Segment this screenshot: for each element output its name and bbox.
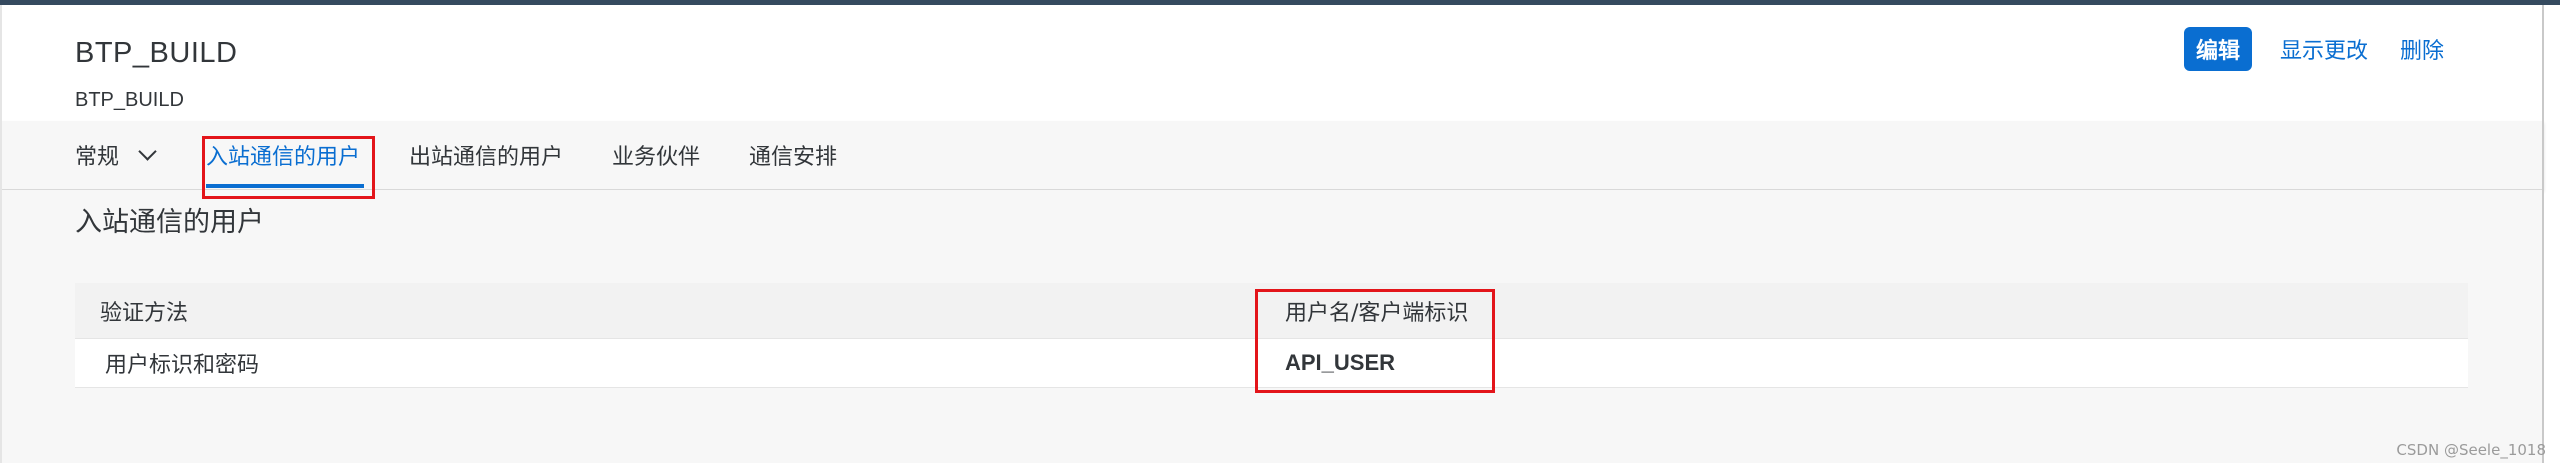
watermark: CSDN @Seele_1018: [2396, 441, 2546, 459]
page-frame: [0, 5, 2544, 463]
